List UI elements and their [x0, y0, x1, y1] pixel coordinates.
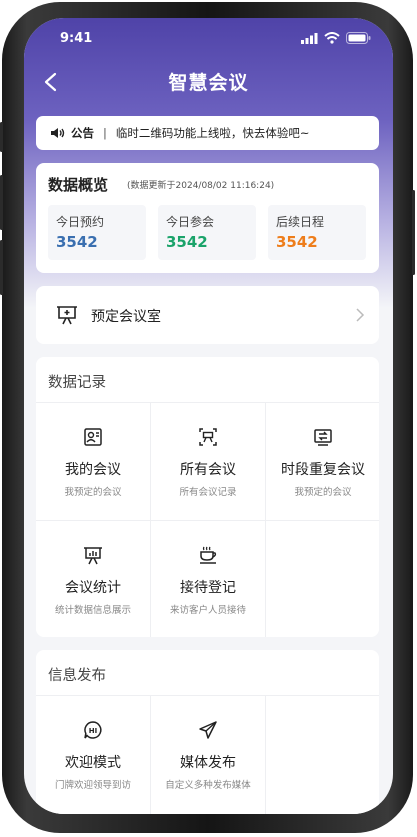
item-name: 接待登记 [180, 580, 236, 596]
divider [265, 696, 266, 814]
repeat-meetings-item[interactable]: 时段重复会议 我预定的会议 [266, 403, 379, 520]
item-desc: 来访客户人员接待 [169, 605, 246, 616]
notice-separator: | [103, 126, 107, 140]
stat-today-attendance[interactable]: 今日参会 3542 [158, 205, 256, 260]
stat-label: 今日参会 [166, 215, 215, 229]
media-publish-item[interactable]: 媒体发布 自定义多种发布媒体 [151, 696, 265, 813]
stat-label: 后续日程 [276, 215, 325, 229]
notice-tag: 公告 [71, 126, 94, 140]
my-meetings-item[interactable]: 我的会议 我预定的会议 [36, 403, 150, 520]
item-name: 会议统计 [65, 580, 121, 596]
volume-down-button [0, 240, 3, 295]
item-desc: 统计数据信息展示 [54, 605, 131, 616]
item-desc: 门牌欢迎领导到访 [54, 780, 131, 791]
stat-today-bookings[interactable]: 今日预约 3542 [48, 205, 146, 260]
meeting-stats-item[interactable]: 会议统计 统计数据信息展示 [36, 521, 150, 637]
notice-text: 临时二维码功能上线啦，快去体验吧~ [115, 126, 310, 140]
item-name: 时段重复会议 [281, 462, 365, 478]
item-name: 我的会议 [65, 462, 121, 478]
mute-switch [0, 122, 3, 152]
meeting-list-icon [199, 428, 217, 446]
all-meetings-item[interactable]: 所有会议 所有会议记录 [151, 403, 265, 520]
notice-bar[interactable]: 公告 | 临时二维码功能上线啦，快去体验吧~ [36, 116, 379, 150]
item-desc: 所有会议记录 [179, 487, 237, 498]
status-icons [301, 32, 371, 44]
data-overview-card: 数据概览 (数据更新于2024/08/02 11:16:24) 今日预约 354… [36, 163, 379, 273]
svg-text:HI: HI [89, 727, 97, 735]
page-title: 智慧会议 [168, 72, 249, 94]
volume-up-button [0, 175, 3, 230]
nav-bar: 智慧会议 [24, 66, 393, 96]
stat-upcoming-schedule[interactable]: 后续日程 3542 [268, 205, 366, 260]
wifi-icon [324, 32, 340, 44]
chevron-right-icon [356, 308, 365, 322]
book-meeting-room-button[interactable]: 预定会议室 [36, 286, 379, 344]
speaker-icon [51, 128, 65, 138]
section-title: 信息发布 [48, 668, 106, 684]
section-title: 数据记录 [48, 375, 106, 391]
status-bar: 9:41 [24, 18, 393, 58]
item-name: 媒体发布 [180, 755, 236, 771]
data-records-section: 数据记录 我的会议 我预定的会议 所有会议 所有会议记录 时段重复会议 我预定的… [36, 357, 379, 637]
info-publish-section: 信息发布 HI 欢迎模式 门牌欢迎领导到访 媒体发布 自定义多种发布媒体 [36, 650, 379, 814]
stat-value: 3542 [166, 233, 208, 251]
coffee-cup-icon [200, 546, 217, 564]
stat-value: 3542 [276, 233, 318, 251]
item-name: 所有会议 [180, 462, 236, 478]
battery-icon [346, 32, 371, 44]
user-card-icon [84, 428, 102, 446]
signal-icon [301, 33, 318, 44]
reception-register-item[interactable]: 接待登记 来访客户人员接待 [151, 521, 265, 637]
item-desc: 我预定的会议 [294, 487, 352, 498]
chart-board-icon [84, 547, 102, 565]
hi-bubble-icon: HI [84, 721, 102, 739]
repeat-icon [314, 429, 332, 446]
welcome-mode-item[interactable]: HI 欢迎模式 门牌欢迎领导到访 [36, 696, 150, 813]
overview-title: 数据概览 [48, 176, 109, 194]
power-button [412, 190, 415, 275]
paper-plane-icon [199, 721, 217, 739]
status-time: 9:41 [60, 31, 93, 46]
presentation-board-icon [57, 306, 77, 325]
app-screen: 9:41 智慧会议 公告 | 临时二维码功能上线啦，快去体验吧~ 数据概览 (数… [24, 18, 393, 814]
stat-value: 3542 [56, 233, 98, 251]
book-room-label: 预定会议室 [91, 309, 161, 325]
item-name: 欢迎模式 [65, 755, 121, 771]
item-desc: 自定义多种发布媒体 [165, 780, 251, 791]
item-desc: 我预定的会议 [64, 487, 122, 498]
overview-updated-time: (数据更新于2024/08/02 11:16:24) [127, 181, 275, 191]
stat-label: 今日预约 [56, 215, 105, 229]
